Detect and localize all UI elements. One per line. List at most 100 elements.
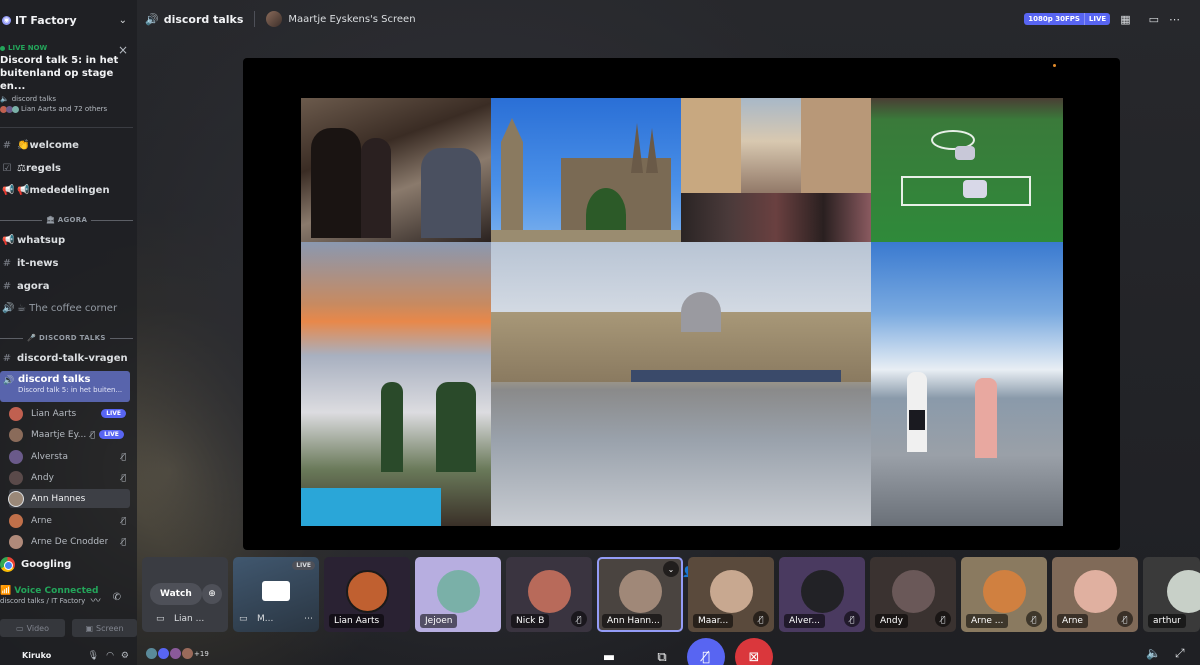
mic-muted-icon: 🎙̸ — [753, 611, 769, 627]
voice-member[interactable]: Andy 🎙̸ — [9, 468, 130, 487]
screen-share-stream[interactable] — [243, 58, 1120, 550]
channel-sidebar: ◉ IT Factory ⌄ LIVE NOW × Discord talk 5… — [0, 0, 137, 665]
volume-icon[interactable]: 🔈 — [1146, 646, 1161, 660]
voice-member[interactable]: Lian Aarts LIVE — [9, 404, 130, 423]
channel-welcome[interactable]: # 👏welcome — [0, 135, 133, 155]
activity-googling[interactable]: Googling — [0, 554, 71, 574]
avatar — [9, 534, 23, 549]
avatar — [528, 570, 571, 613]
hash-icon: # — [2, 280, 12, 292]
voice-status: Voice Connected — [14, 586, 99, 596]
channel-coffee-corner[interactable]: 🔊 ☕ The coffee corner — [0, 298, 133, 318]
close-icon[interactable]: × — [118, 43, 128, 57]
participant-tile[interactable]: Arne 🎙̸ — [1052, 557, 1138, 632]
photo-robot-soccer — [871, 98, 1063, 242]
camera-toggle-button[interactable]: ▬ — [590, 638, 628, 665]
server-icon: ◉ — [2, 15, 11, 25]
photo-street-crowd — [681, 98, 871, 242]
disconnect-icon[interactable]: ✆ — [113, 592, 121, 607]
camera-icon — [262, 581, 290, 601]
participant-tile[interactable]: Maar... 🎙̸ — [688, 557, 774, 632]
mute-button[interactable]: 🎙̸ — [687, 638, 725, 665]
server-name: IT Factory — [15, 13, 77, 27]
voice-member[interactable]: Arne 🎙̸ — [9, 511, 130, 530]
popout-icon[interactable]: ▭ — [1149, 13, 1159, 26]
live-now-card[interactable]: LIVE NOW × Discord talk 5: in het buiten… — [0, 43, 130, 113]
mic-muted-icon: 🎙̸ — [702, 649, 710, 665]
participant-tile[interactable]: arthur — [1143, 557, 1200, 632]
avatar — [437, 570, 480, 613]
screen-icon: ▭ — [239, 614, 248, 624]
live-dot-icon — [0, 45, 5, 51]
screen-owner-label: Maartje Eyskens's Screen — [288, 13, 416, 25]
voice-member[interactable]: Ann Hannes — [9, 489, 130, 508]
mic-muted-icon: 🎙̸ — [1026, 611, 1042, 627]
watch-button[interactable]: Watch — [150, 583, 202, 605]
channel-agora[interactable]: # agora — [0, 276, 133, 296]
camera-icon: ▬ — [602, 649, 616, 665]
hash-icon: # — [2, 139, 12, 151]
channel-whatsup[interactable]: 📢 whatsup — [0, 230, 133, 250]
avatar — [892, 570, 935, 613]
mic-muted-icon: 🎙̸ — [571, 611, 587, 627]
mic-muted-icon: 🎙̸ — [90, 430, 96, 439]
live-badge: LIVE — [101, 409, 126, 418]
photo-cathedral — [491, 98, 681, 242]
voice-connected-panel: 📶 Voice Connected discord talks / IT Fac… — [0, 586, 137, 616]
mic-muted-icon: 🎙̸ — [121, 516, 126, 525]
topbar-channel-name: discord talks — [163, 12, 244, 26]
channel-discord-talk-vragen[interactable]: # discord-talk-vragen — [0, 348, 133, 368]
more-options-icon[interactable]: ⋯ — [1169, 13, 1180, 26]
video-button[interactable]: ▭ Video — [0, 619, 65, 637]
avatar — [9, 491, 23, 506]
server-header[interactable]: ◉ IT Factory ⌄ — [0, 8, 137, 32]
participant-tile-watch[interactable]: Watch ⊕ ▭ Lian ... — [142, 557, 228, 632]
photo-kitchen — [301, 98, 491, 242]
participant-tile[interactable]: Alver... 🎙̸ — [779, 557, 865, 632]
add-viewer-icon[interactable]: ⊕ — [202, 584, 222, 604]
more-options-icon[interactable]: ⋯ — [304, 614, 313, 624]
participant-tile-selected[interactable]: Ann Hann... ⌄ — [597, 557, 683, 632]
live-now-channel: discord talks — [11, 95, 56, 103]
avatar — [710, 570, 753, 613]
participant-tile-live-stream[interactable]: LIVE ▭ M... ⋯ — [233, 557, 319, 632]
avatar — [346, 570, 389, 613]
photo-collage — [301, 98, 1063, 526]
channel-discord-talks-active[interactable]: 🔊 discord talks Discord talk 5: in het b… — [0, 371, 130, 402]
participant-tile[interactable]: Nick B 🎙̸ — [506, 557, 592, 632]
avatar — [9, 470, 23, 485]
participant-tile[interactable]: Andy 🎙̸ — [870, 557, 956, 632]
chevron-down-icon[interactable]: ⌄ — [663, 561, 679, 577]
channel-mededelingen[interactable]: 📢 📢mededelingen — [0, 180, 133, 200]
voice-member[interactable]: Maartje Ey... 🎙̸ LIVE — [9, 425, 130, 444]
reaction-avatars[interactable]: +19 — [146, 648, 209, 659]
divider — [254, 11, 256, 27]
photo-two-people — [871, 242, 1063, 526]
megaphone-icon: 📢 — [2, 234, 15, 246]
category-discord-talks[interactable]: 🎤 DISCORD TALKS — [0, 334, 134, 342]
avatar — [9, 427, 23, 442]
channel-regels[interactable]: ☑ ⚖regels — [0, 158, 133, 178]
avatar — [266, 11, 283, 27]
checkbox-icon: ☑ — [2, 162, 12, 174]
channel-it-news[interactable]: # it-news — [0, 253, 133, 273]
speaker-icon: 🔊 — [145, 12, 159, 26]
voice-member[interactable]: Arne De Cnodder 🎙̸ — [9, 532, 130, 551]
screen-button[interactable]: ▣ Screen — [72, 619, 137, 637]
participant-tile[interactable]: Arne ... 🎙̸ — [961, 557, 1047, 632]
voice-member[interactable]: Alversta 🎙̸ — [9, 447, 130, 466]
stream-quality-badge[interactable]: 1080p 30FPS LIVE — [1024, 13, 1111, 25]
mic-muted-icon: 🎙̸ — [1117, 611, 1133, 627]
participant-strip: Watch ⊕ ▭ Lian ... LIVE ▭ M... ⋯ Lian Aa… — [142, 557, 1200, 632]
noise-suppression-icon[interactable]: 〰 — [91, 592, 101, 607]
participant-tile[interactable]: Lian Aarts — [324, 557, 410, 632]
grid-layout-icon[interactable]: ▦ — [1120, 13, 1130, 26]
avatar — [619, 570, 662, 613]
chevron-down-icon[interactable]: ⌄ — [119, 15, 127, 26]
reactions-count: +19 — [194, 649, 209, 658]
fullscreen-icon[interactable]: ⤢ — [1175, 646, 1185, 661]
disconnect-button[interactable]: ⊠ — [735, 638, 773, 665]
screen-share-button[interactable]: ⧉ — [643, 638, 681, 665]
participant-tile[interactable]: Jejoen — [415, 557, 501, 632]
category-agora[interactable]: 🏛 AGORA — [0, 216, 134, 224]
